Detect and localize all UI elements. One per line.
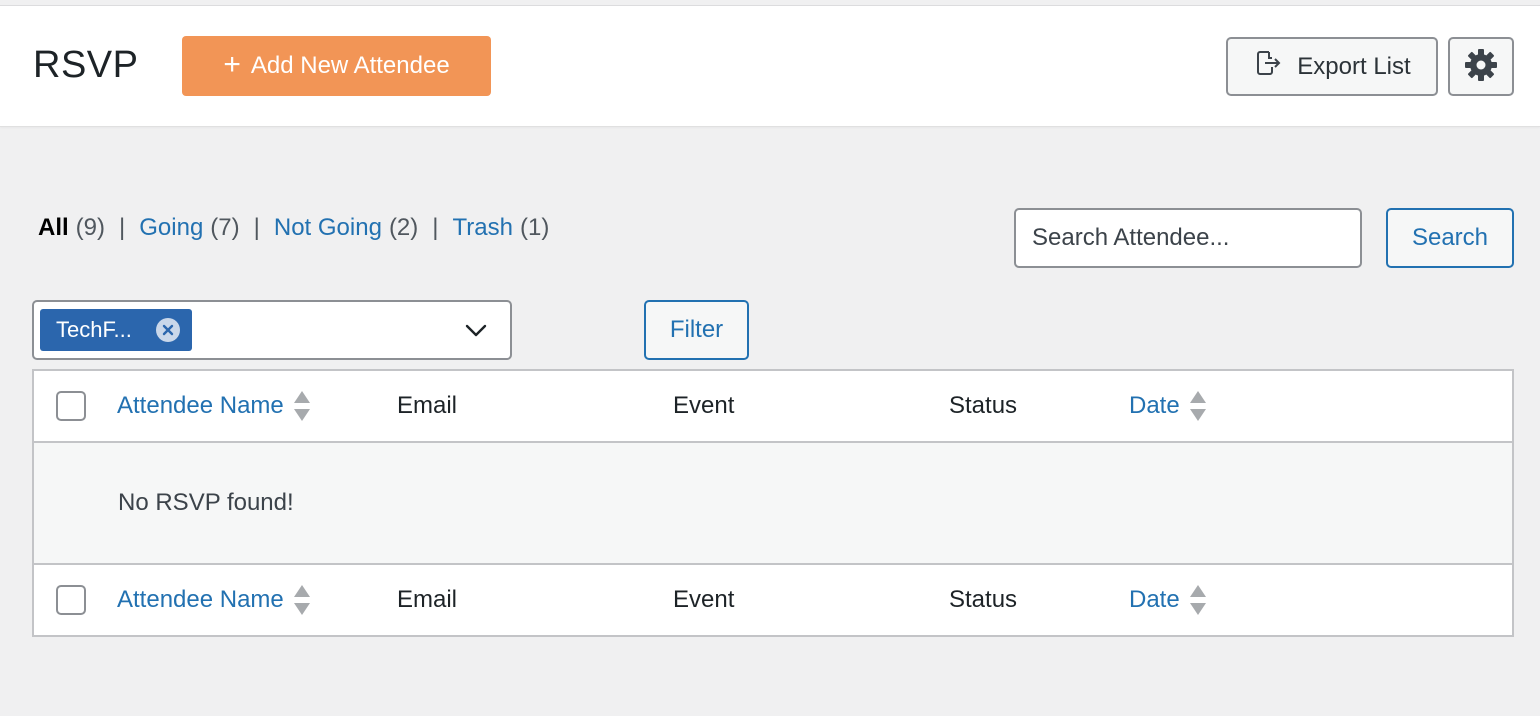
page-title: RSVP: [33, 44, 139, 86]
add-new-attendee-button[interactable]: + Add New Attendee: [182, 36, 491, 96]
settings-button[interactable]: [1448, 37, 1514, 96]
sort-icon: [293, 585, 310, 615]
view-all-count: (9): [75, 214, 106, 241]
plus-icon: +: [223, 47, 241, 81]
chevron-down-icon: [464, 320, 488, 345]
view-not-going-link[interactable]: Not Going: [274, 214, 382, 242]
select-all-cell: [33, 370, 117, 442]
col-attendee-name[interactable]: Attendee Name: [117, 370, 397, 442]
status-views: All (9) | Going (7) | Not Going (2) | Tr…: [38, 214, 549, 242]
sort-icon: [1189, 585, 1206, 615]
select-all-checkbox-footer[interactable]: [56, 585, 86, 615]
col-date[interactable]: Date: [1129, 370, 1513, 442]
add-new-attendee-label: Add New Attendee: [250, 52, 450, 79]
empty-cell: No RSVP found!: [33, 442, 1513, 564]
search-button[interactable]: Search: [1386, 208, 1514, 268]
table-footer-row: Attendee Name Email Event Status Date: [33, 564, 1513, 636]
page-header: RSVP + Add New Attendee Export List: [0, 6, 1540, 127]
table-header-row: Attendee Name Email Event Status Date: [33, 370, 1513, 442]
col-email: Email: [397, 392, 458, 419]
selected-event-label: TechF...: [56, 317, 132, 342]
view-separator: |: [119, 214, 126, 241]
view-trash-count: (1): [519, 214, 550, 241]
view-not-going-count: (2): [388, 214, 419, 241]
view-trash-link[interactable]: Trash: [453, 214, 513, 242]
export-list-label: Export List: [1297, 52, 1411, 80]
col-attendee-name-footer-label[interactable]: Attendee Name: [117, 586, 284, 614]
col-email-footer: Email: [397, 586, 458, 613]
view-going-count: (7): [210, 214, 240, 241]
col-status-footer: Status: [949, 586, 1018, 613]
col-attendee-name-footer[interactable]: Attendee Name: [117, 564, 397, 636]
filter-button[interactable]: Filter: [644, 300, 749, 360]
col-event: Event: [673, 392, 735, 419]
col-date-footer-label[interactable]: Date: [1129, 586, 1180, 614]
attendee-table: Attendee Name Email Event Status Date No…: [32, 369, 1514, 637]
remove-chip-icon[interactable]: [156, 318, 180, 342]
selected-event-chip: TechF...: [40, 309, 192, 351]
select-all-cell-footer: [33, 564, 117, 636]
col-attendee-name-label[interactable]: Attendee Name: [117, 392, 284, 420]
sort-icon: [293, 391, 310, 421]
col-date-footer[interactable]: Date: [1129, 564, 1513, 636]
view-separator: |: [432, 214, 439, 241]
col-event-footer: Event: [673, 586, 735, 613]
empty-row: No RSVP found!: [33, 442, 1513, 564]
col-status: Status: [949, 392, 1018, 419]
select-all-checkbox[interactable]: [56, 391, 86, 421]
export-list-button[interactable]: Export List: [1226, 37, 1438, 96]
view-separator: |: [253, 214, 260, 241]
gear-icon: [1463, 47, 1499, 86]
event-filter-select[interactable]: TechF...: [32, 300, 512, 360]
empty-message: No RSVP found!: [118, 489, 294, 516]
view-all-label[interactable]: All: [38, 214, 69, 242]
sort-icon: [1189, 391, 1206, 421]
search-attendee-input[interactable]: [1014, 208, 1362, 268]
export-icon: [1253, 48, 1283, 85]
col-date-label[interactable]: Date: [1129, 392, 1180, 420]
view-going-link[interactable]: Going: [139, 214, 203, 242]
